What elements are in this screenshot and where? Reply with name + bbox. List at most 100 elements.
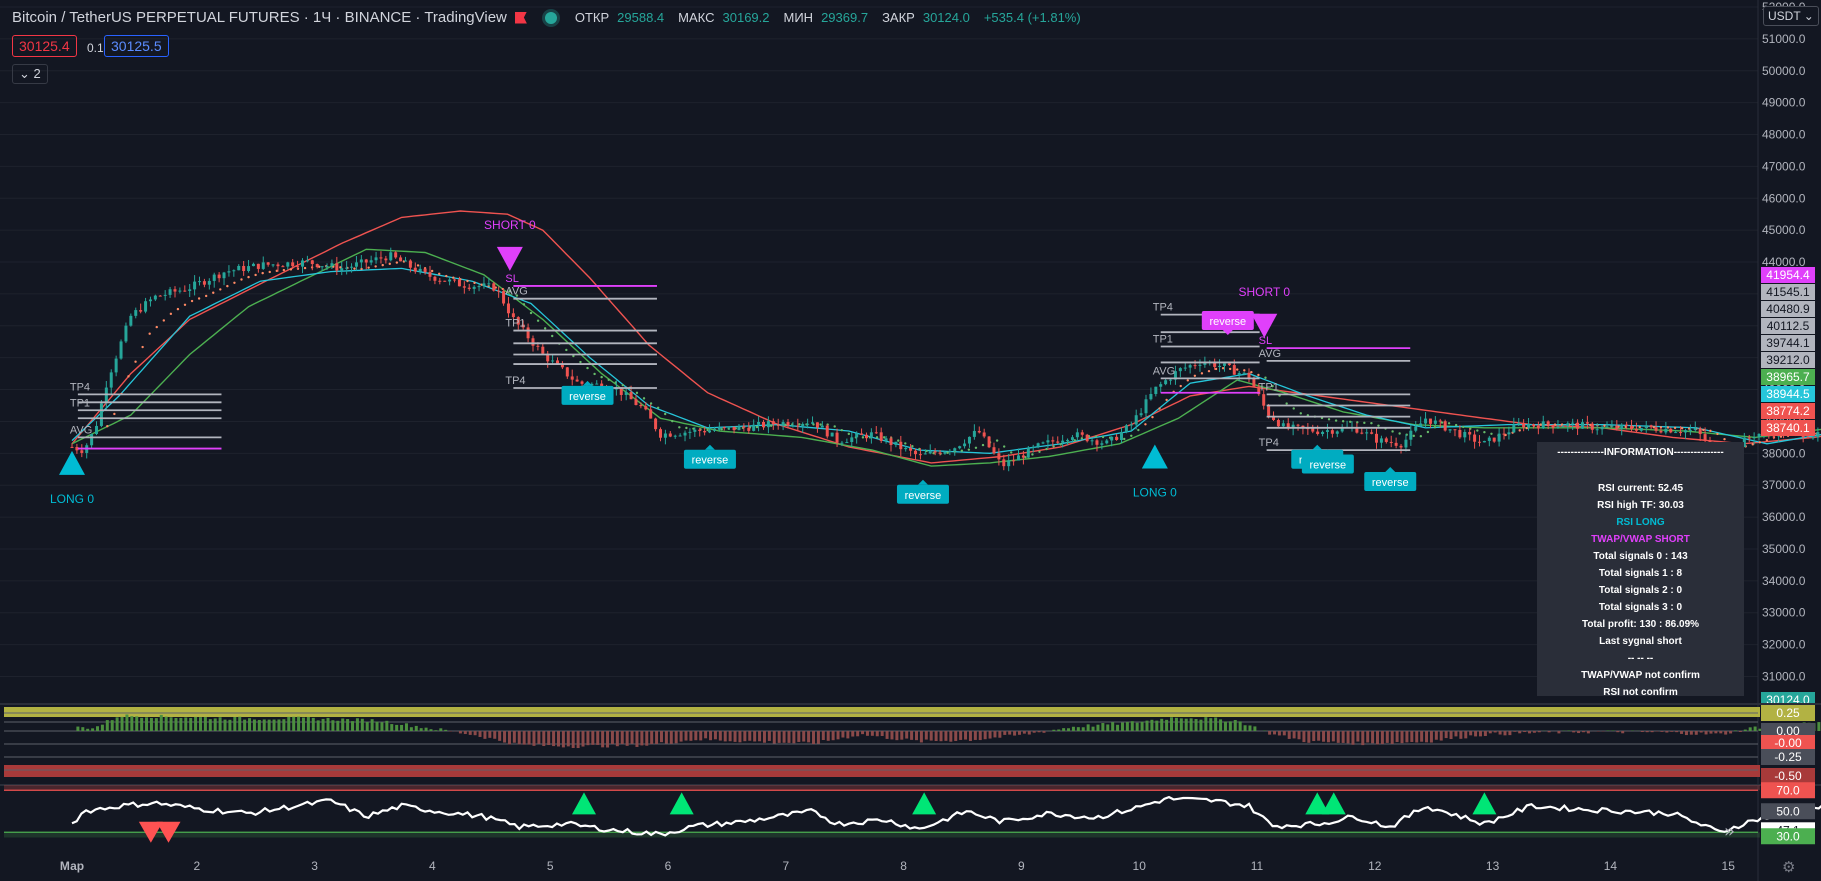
candle-body	[148, 299, 152, 302]
candle-body	[663, 433, 667, 438]
vwap-dot	[1250, 370, 1253, 374]
vwap-dot	[1186, 379, 1189, 382]
candle-body	[786, 422, 790, 426]
candle-body	[860, 433, 864, 435]
vwap-dot	[621, 383, 625, 387]
osc-bar	[1179, 718, 1183, 731]
candle-body	[678, 435, 682, 437]
osc-bar	[135, 716, 139, 731]
candle-body	[1630, 425, 1634, 429]
osc-bar	[865, 731, 869, 736]
candle-body	[1433, 420, 1437, 424]
candle-body	[688, 431, 692, 433]
osc-bar	[1086, 724, 1090, 731]
osc-bar	[164, 716, 168, 731]
osc-bar	[782, 731, 786, 743]
osc-bar	[914, 731, 918, 741]
osc-bar	[1346, 731, 1350, 744]
osc-bar	[924, 731, 928, 740]
candle-body	[551, 360, 555, 362]
osc-axis-label: -0.50	[1774, 769, 1802, 783]
osc-bar	[1027, 731, 1031, 735]
osc-bar	[1194, 719, 1198, 731]
candle-body	[693, 429, 697, 432]
osc-bar	[488, 731, 492, 738]
osc-bar	[1277, 731, 1281, 736]
candle-body	[879, 432, 883, 441]
vwap-dot	[656, 406, 660, 409]
candle-body	[144, 301, 148, 312]
vwap-dot	[1426, 430, 1430, 434]
candle-body	[752, 424, 756, 431]
candle-body	[1806, 437, 1810, 439]
candle-body	[1610, 425, 1614, 427]
candle-body	[565, 367, 569, 377]
vwap-dot	[374, 265, 377, 268]
price-tick-label: 48000.0	[1762, 128, 1806, 142]
candle-body	[1698, 428, 1702, 435]
candle-body	[1428, 418, 1432, 424]
osc-bar	[341, 718, 345, 731]
vwap-dot	[1454, 423, 1458, 427]
vwap-dot	[1214, 367, 1218, 371]
osc-bar	[434, 730, 438, 731]
osc-bar	[1420, 731, 1424, 742]
candle-body	[266, 262, 270, 265]
osc-bar	[517, 731, 521, 745]
osc-bar	[586, 731, 590, 746]
candle-body	[1399, 445, 1403, 448]
candle-body	[1134, 415, 1138, 425]
time-tick-label: 11	[1251, 859, 1264, 873]
vwap-dot	[1702, 428, 1705, 432]
osc-bar	[1091, 726, 1095, 731]
candle-body	[487, 283, 491, 285]
sell-button[interactable]: 30125.4	[12, 35, 77, 57]
candle-body	[1198, 364, 1202, 366]
osc-bar	[375, 721, 379, 731]
osc-bar	[1513, 731, 1517, 732]
candle-body	[1080, 432, 1084, 435]
osc-bar	[1483, 731, 1487, 737]
candle-body	[1075, 432, 1079, 438]
vwap-dot	[1391, 430, 1394, 433]
vwap-dot	[1101, 435, 1105, 439]
vwap-dot	[106, 425, 109, 428]
candle-body	[217, 274, 221, 279]
osc-bar	[81, 727, 85, 731]
candle-body	[335, 263, 339, 271]
candle-body	[649, 409, 653, 419]
osc-bar	[659, 731, 663, 743]
price-change: +535.4 (+1.81%)	[983, 10, 1081, 25]
vwap-dot	[1440, 421, 1444, 424]
vwap-dot	[551, 334, 554, 338]
currency-select[interactable]: USDT ⌄	[1763, 6, 1819, 26]
symbol-title[interactable]: Bitcoin / TetherUS PERPETUAL FUTURES · 1…	[12, 9, 507, 26]
candle-body	[1061, 440, 1065, 443]
osc-bar	[1586, 731, 1590, 734]
collapse-indicators-button[interactable]: ⌄ 2	[12, 64, 48, 84]
osc-bar	[130, 716, 134, 731]
candle-body	[433, 276, 437, 281]
flag-icon[interactable]	[514, 11, 527, 24]
osc-bar	[1165, 719, 1169, 731]
candle-body	[261, 262, 265, 269]
axis-price-tag: 38965.7	[1761, 369, 1815, 385]
vwap-dot	[1341, 420, 1345, 423]
osc-bar	[311, 717, 315, 731]
vwap-dot	[960, 449, 964, 452]
buy-button[interactable]: 30125.5	[104, 35, 169, 57]
vwap-dot	[1638, 425, 1641, 429]
candle-body	[556, 360, 560, 364]
vwap-dot	[593, 372, 596, 376]
candle-body	[1149, 393, 1153, 400]
osc-bar	[1067, 728, 1071, 731]
trading-chart[interactable]: 52000.051000.050000.049000.048000.047000…	[0, 0, 1821, 881]
axis-price-tag-label: 40480.9	[1766, 302, 1810, 316]
osc-bar	[1322, 731, 1326, 742]
vwap-dot	[1666, 426, 1670, 429]
settings-gear-icon[interactable]: ⚙	[1782, 858, 1795, 876]
rsi-axis-label: 50.0	[1776, 804, 1800, 818]
osc-bar	[1174, 717, 1178, 731]
axis-price-tag-label: 38944.5	[1766, 387, 1810, 401]
vwap-dot	[769, 424, 773, 428]
